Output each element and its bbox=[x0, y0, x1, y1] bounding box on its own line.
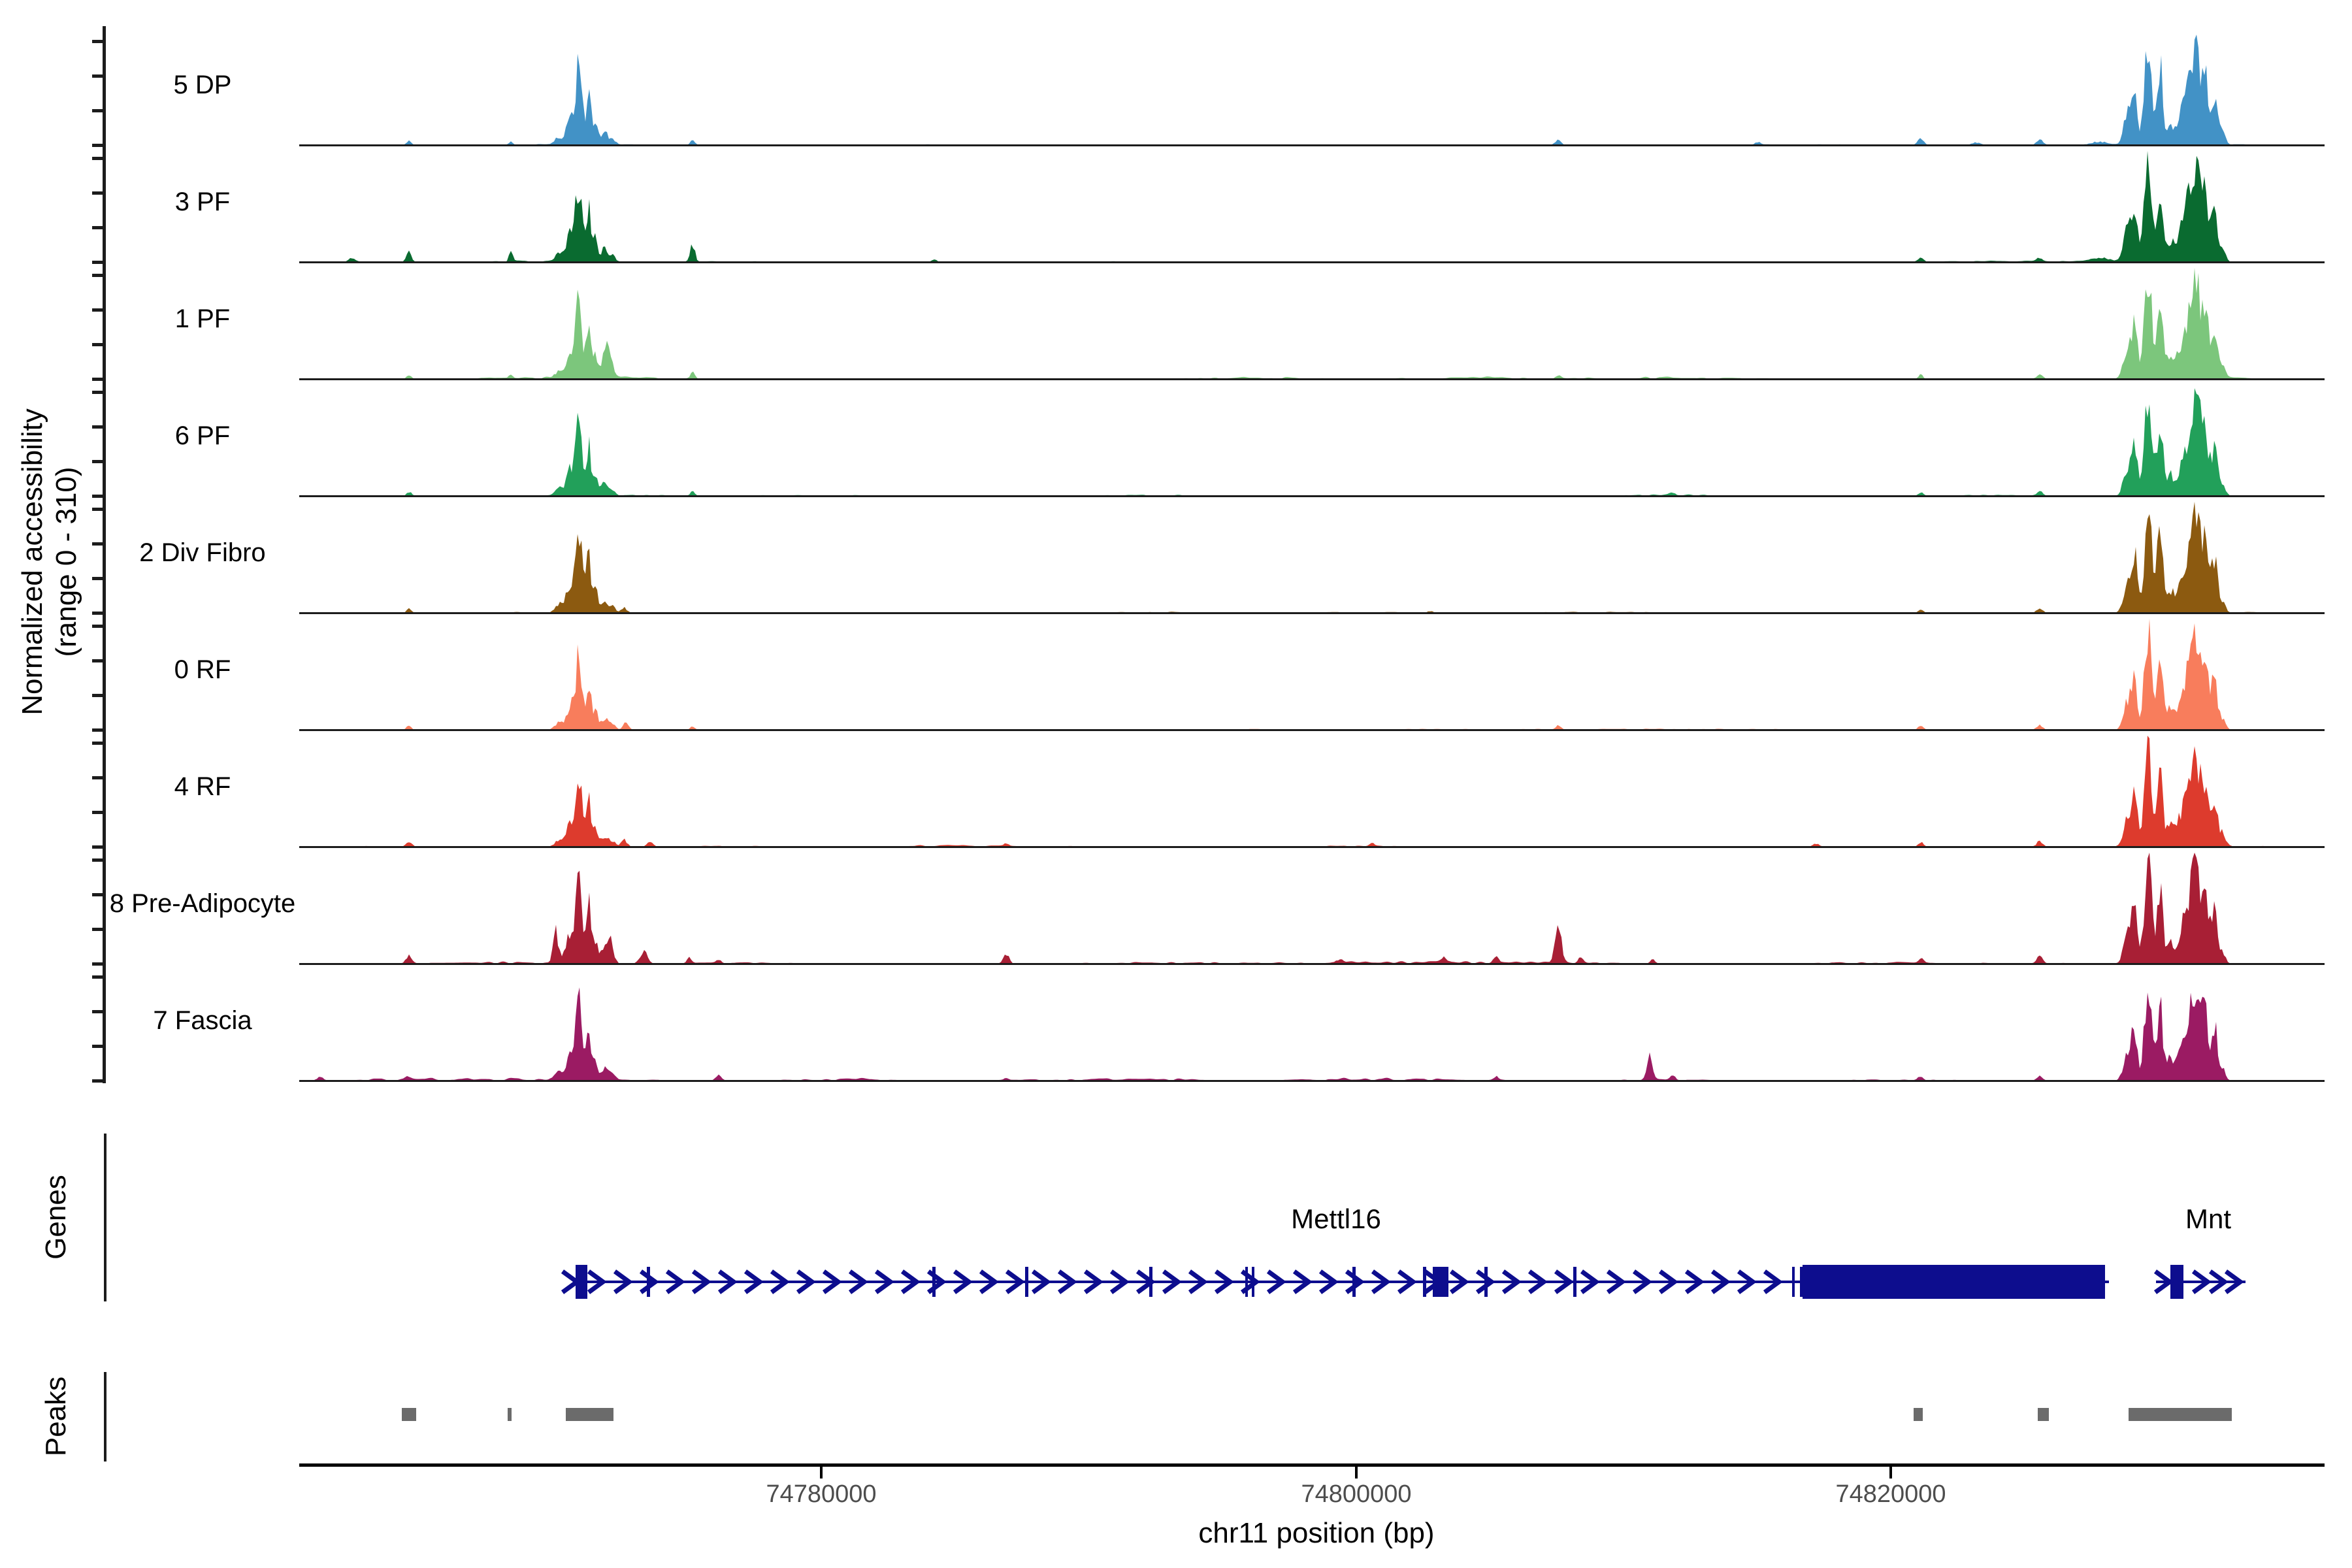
gene-exon-box bbox=[1803, 1265, 2105, 1299]
track-baseline bbox=[299, 1080, 2325, 1082]
peak-box bbox=[402, 1408, 416, 1421]
peaks-bracket-line bbox=[104, 1372, 106, 1462]
peak-box bbox=[508, 1408, 512, 1421]
gene-exon bbox=[1484, 1267, 1488, 1297]
y-axis-tick bbox=[92, 40, 103, 43]
track-baseline bbox=[299, 612, 2325, 614]
gene-exon bbox=[647, 1267, 650, 1297]
track-signal-area bbox=[299, 35, 2325, 145]
genes-bracket-line bbox=[104, 1134, 106, 1301]
peak-box bbox=[1914, 1408, 1923, 1421]
y-axis-tick bbox=[92, 157, 103, 160]
y-axis-tick bbox=[92, 694, 103, 697]
gene-exon bbox=[932, 1267, 936, 1297]
y-axis-tick bbox=[92, 1079, 103, 1083]
x-tick-label: 74800000 bbox=[1252, 1480, 1461, 1509]
track-baseline bbox=[299, 729, 2325, 731]
x-axis-title: chr11 position (bp) bbox=[1022, 1517, 1610, 1550]
y-axis-tick bbox=[92, 845, 103, 849]
track-signal-area bbox=[299, 987, 2325, 1081]
track-signal-area bbox=[299, 619, 2325, 730]
gene-exon bbox=[1800, 1267, 1803, 1297]
y-axis-tick bbox=[92, 858, 103, 862]
track-label: 7 Fascia bbox=[33, 1006, 372, 1036]
x-tick-label: 74820000 bbox=[1786, 1480, 1995, 1509]
y-axis-tick bbox=[92, 577, 103, 580]
track-signal-area bbox=[299, 853, 2325, 964]
strand-arrow-icon bbox=[563, 1271, 577, 1292]
gene-name-label: Mnt bbox=[2078, 1203, 2339, 1235]
peak-box bbox=[566, 1408, 613, 1421]
y-axis-tick bbox=[92, 1045, 103, 1048]
x-tick-label: 74780000 bbox=[717, 1480, 926, 1509]
track-signal-area bbox=[299, 388, 2325, 496]
y-axis-tick bbox=[92, 343, 103, 346]
track-signal-area bbox=[299, 736, 2325, 847]
peak-box bbox=[2038, 1408, 2049, 1421]
x-axis-line bbox=[299, 1463, 2325, 1467]
track-baseline bbox=[299, 963, 2325, 965]
track-label: 3 PF bbox=[33, 188, 372, 217]
y-axis-tick bbox=[92, 144, 103, 147]
y-axis-tick bbox=[92, 274, 103, 277]
gene-name-label: Mettl16 bbox=[1205, 1203, 1467, 1235]
y-axis-tick bbox=[92, 975, 103, 979]
track-baseline bbox=[299, 846, 2325, 848]
y-axis-tick bbox=[92, 728, 103, 732]
y-axis-tick bbox=[92, 378, 103, 381]
peaks-section-label: Peaks bbox=[39, 1286, 73, 1547]
track-label: 2 Div Fibro bbox=[33, 538, 372, 568]
coverage-plot-figure: Normalized accessibility (range 0 - 310)… bbox=[0, 0, 2352, 1568]
y-axis-tick bbox=[92, 612, 103, 615]
track-signal-area bbox=[299, 151, 2325, 262]
track-label: 4 RF bbox=[33, 772, 372, 802]
track-baseline bbox=[299, 261, 2325, 263]
y-axis-tick bbox=[92, 962, 103, 966]
track-signal-area bbox=[299, 502, 2325, 613]
x-axis-tick bbox=[820, 1467, 823, 1478]
track-label: 8 Pre-Adipocyte bbox=[33, 889, 372, 919]
y-axis-tick bbox=[92, 742, 103, 745]
gene-exon bbox=[1025, 1267, 1028, 1297]
y-axis-tick bbox=[92, 460, 103, 463]
y-axis-tick bbox=[92, 226, 103, 229]
track-label: 0 RF bbox=[33, 655, 372, 685]
x-axis-tick bbox=[1355, 1467, 1358, 1478]
x-axis-tick bbox=[1889, 1467, 1892, 1478]
track-label: 6 PF bbox=[33, 421, 372, 451]
y-axis-tick bbox=[92, 928, 103, 931]
y-axis-tick bbox=[92, 109, 103, 112]
track-label: 1 PF bbox=[33, 304, 372, 334]
y-axis-tick bbox=[92, 495, 103, 498]
track-label: 5 DP bbox=[33, 71, 372, 100]
y-axis-tick bbox=[92, 508, 103, 511]
y-axis-tick bbox=[92, 261, 103, 264]
gene-exon bbox=[1352, 1267, 1356, 1297]
y-axis-tick bbox=[92, 625, 103, 628]
track-baseline bbox=[299, 495, 2325, 497]
peak-box bbox=[2129, 1408, 2232, 1421]
track-baseline bbox=[299, 378, 2325, 380]
y-axis-tick bbox=[92, 811, 103, 814]
gene-exon bbox=[1792, 1267, 1795, 1297]
track-signal-area bbox=[299, 268, 2325, 379]
track-baseline bbox=[299, 144, 2325, 146]
y-axis-tick bbox=[92, 391, 103, 394]
